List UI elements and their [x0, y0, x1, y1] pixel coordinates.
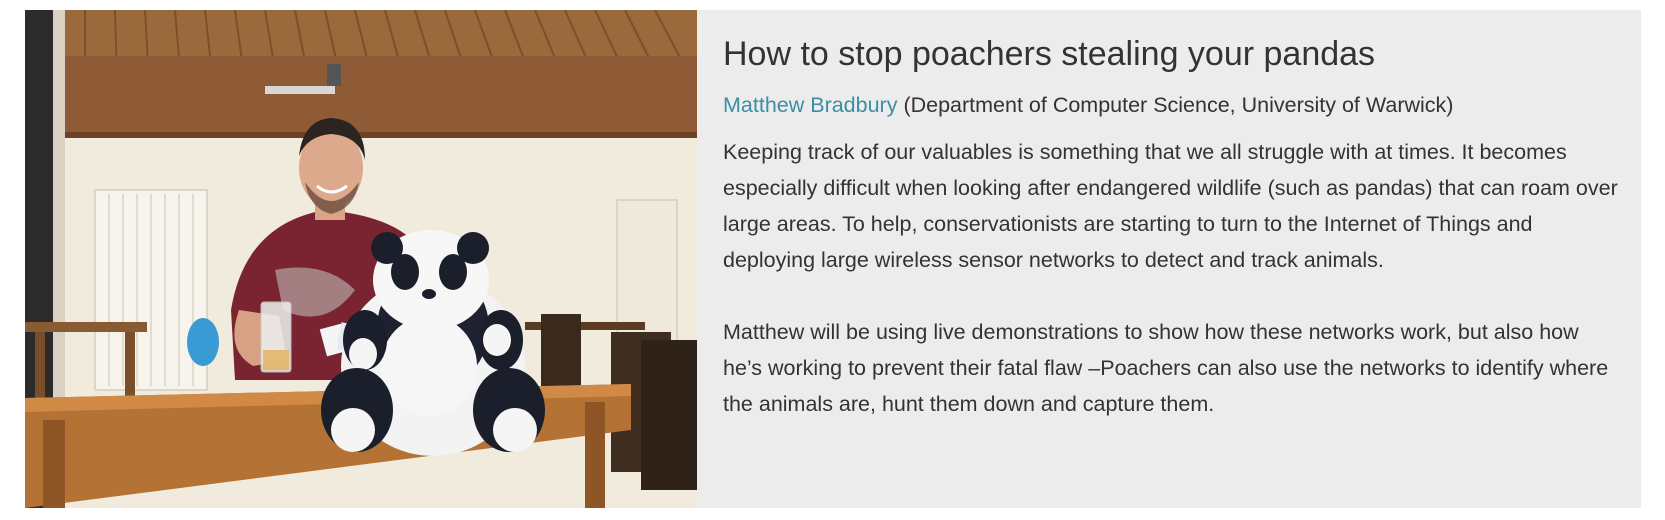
talk-title: How to stop poachers stealing your panda…: [723, 35, 1376, 73]
speaker-name-link[interactable]: Matthew Bradbury: [723, 93, 897, 117]
speaker-byline: Matthew Bradbury (Department of Computer…: [723, 90, 1623, 120]
speaker-affiliation: (Department of Computer Science, Univers…: [903, 93, 1454, 117]
talk-description-paragraph: Keeping track of our valuables is someth…: [723, 140, 1618, 272]
speaker-photo: [25, 10, 697, 508]
talk-description-paragraph: Matthew will be using live demonstration…: [723, 320, 1609, 416]
talk-details: How to stop poachers stealing your panda…: [723, 32, 1623, 422]
talk-card: How to stop poachers stealing your panda…: [25, 10, 1641, 508]
